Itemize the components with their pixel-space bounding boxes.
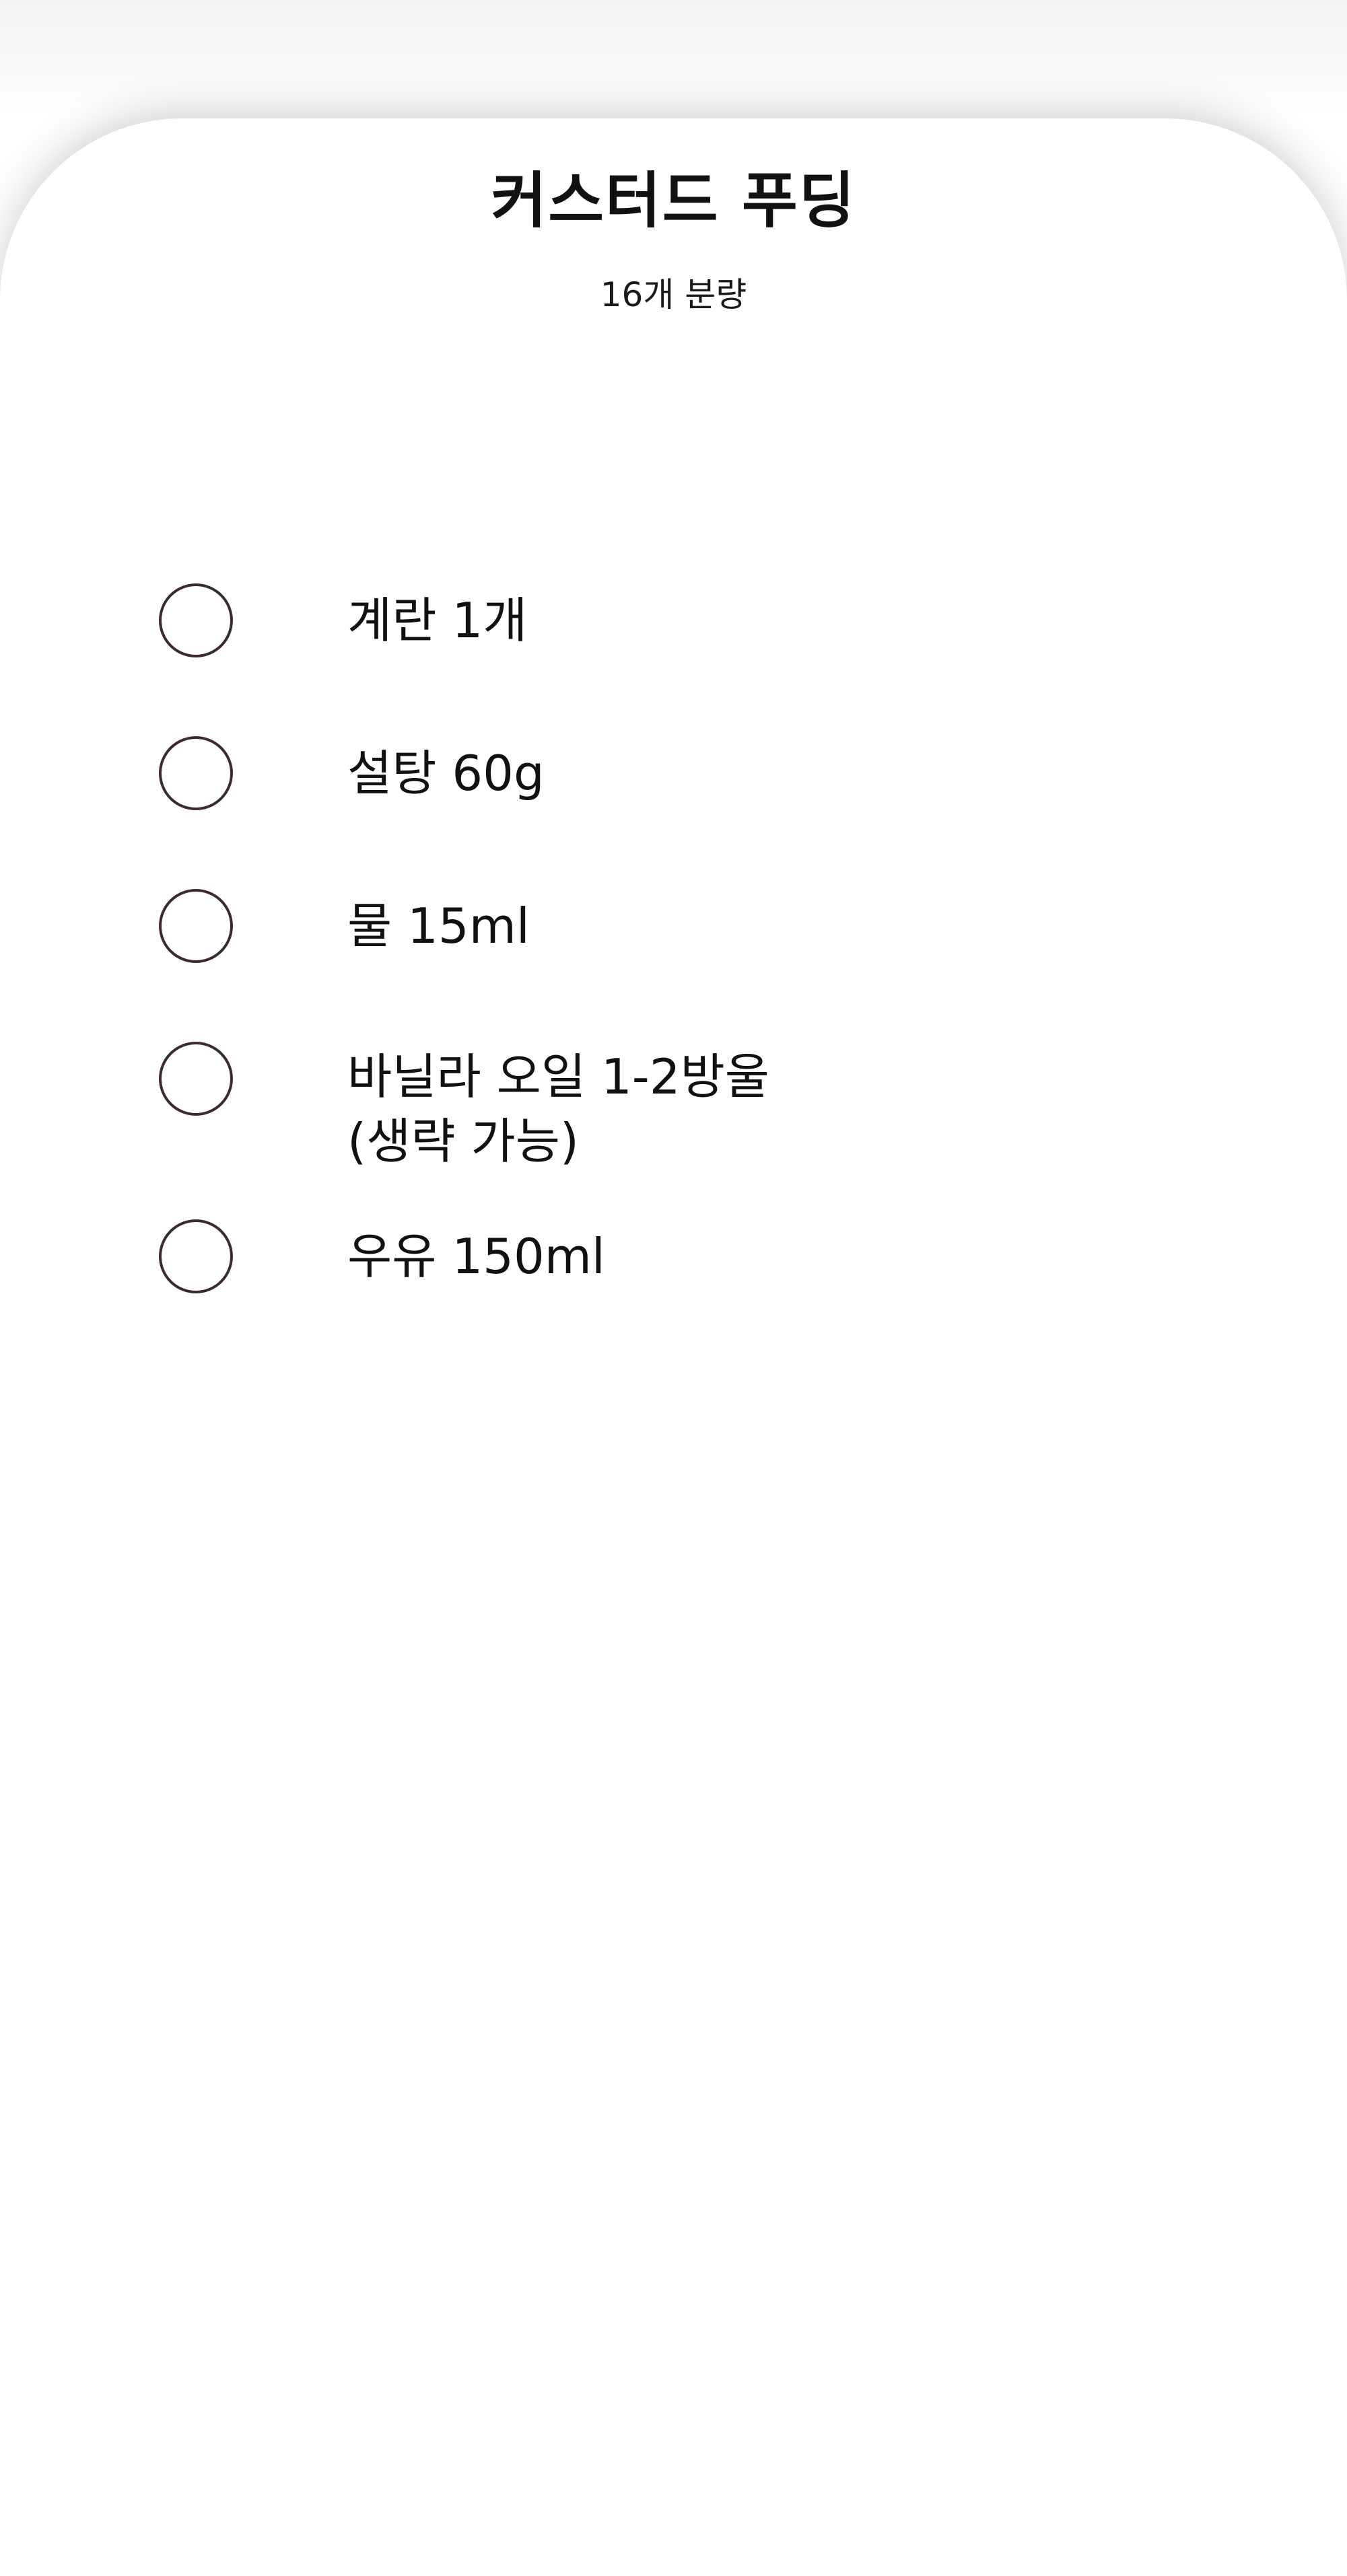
ingredient-item[interactable]: 우유 150ml [0, 1219, 1347, 1340]
ingredient-item[interactable]: 바닐라 오일 1-2방울 (생략 가능) [0, 1042, 1347, 1170]
ingredient-checkbox[interactable] [159, 1219, 233, 1293]
ingredient-label: 설탕 60g [347, 745, 545, 801]
ingredient-checkbox[interactable] [159, 1042, 233, 1116]
ingredient-checkbox[interactable] [159, 736, 233, 810]
ingredient-label: 우유 150ml [347, 1228, 605, 1285]
ingredient-item[interactable]: 계란 1개 [0, 583, 1347, 705]
ingredient-item[interactable]: 설탕 60g [0, 736, 1347, 857]
recipe-sheet [0, 118, 1347, 2576]
ingredient-checkbox[interactable] [159, 583, 233, 657]
ingredient-label: 계란 1개 [347, 592, 528, 649]
ingredient-label: 바닐라 오일 1-2방울 (생략 가능) [347, 1048, 770, 1170]
recipe-title: 커스터드 푸딩 [491, 166, 856, 236]
recipe-yield: 16개 분량 [600, 275, 747, 314]
ingredient-item[interactable]: 물 15ml [0, 889, 1347, 1010]
ingredient-checkbox[interactable] [159, 889, 233, 963]
ingredient-label: 물 15ml [347, 898, 530, 954]
